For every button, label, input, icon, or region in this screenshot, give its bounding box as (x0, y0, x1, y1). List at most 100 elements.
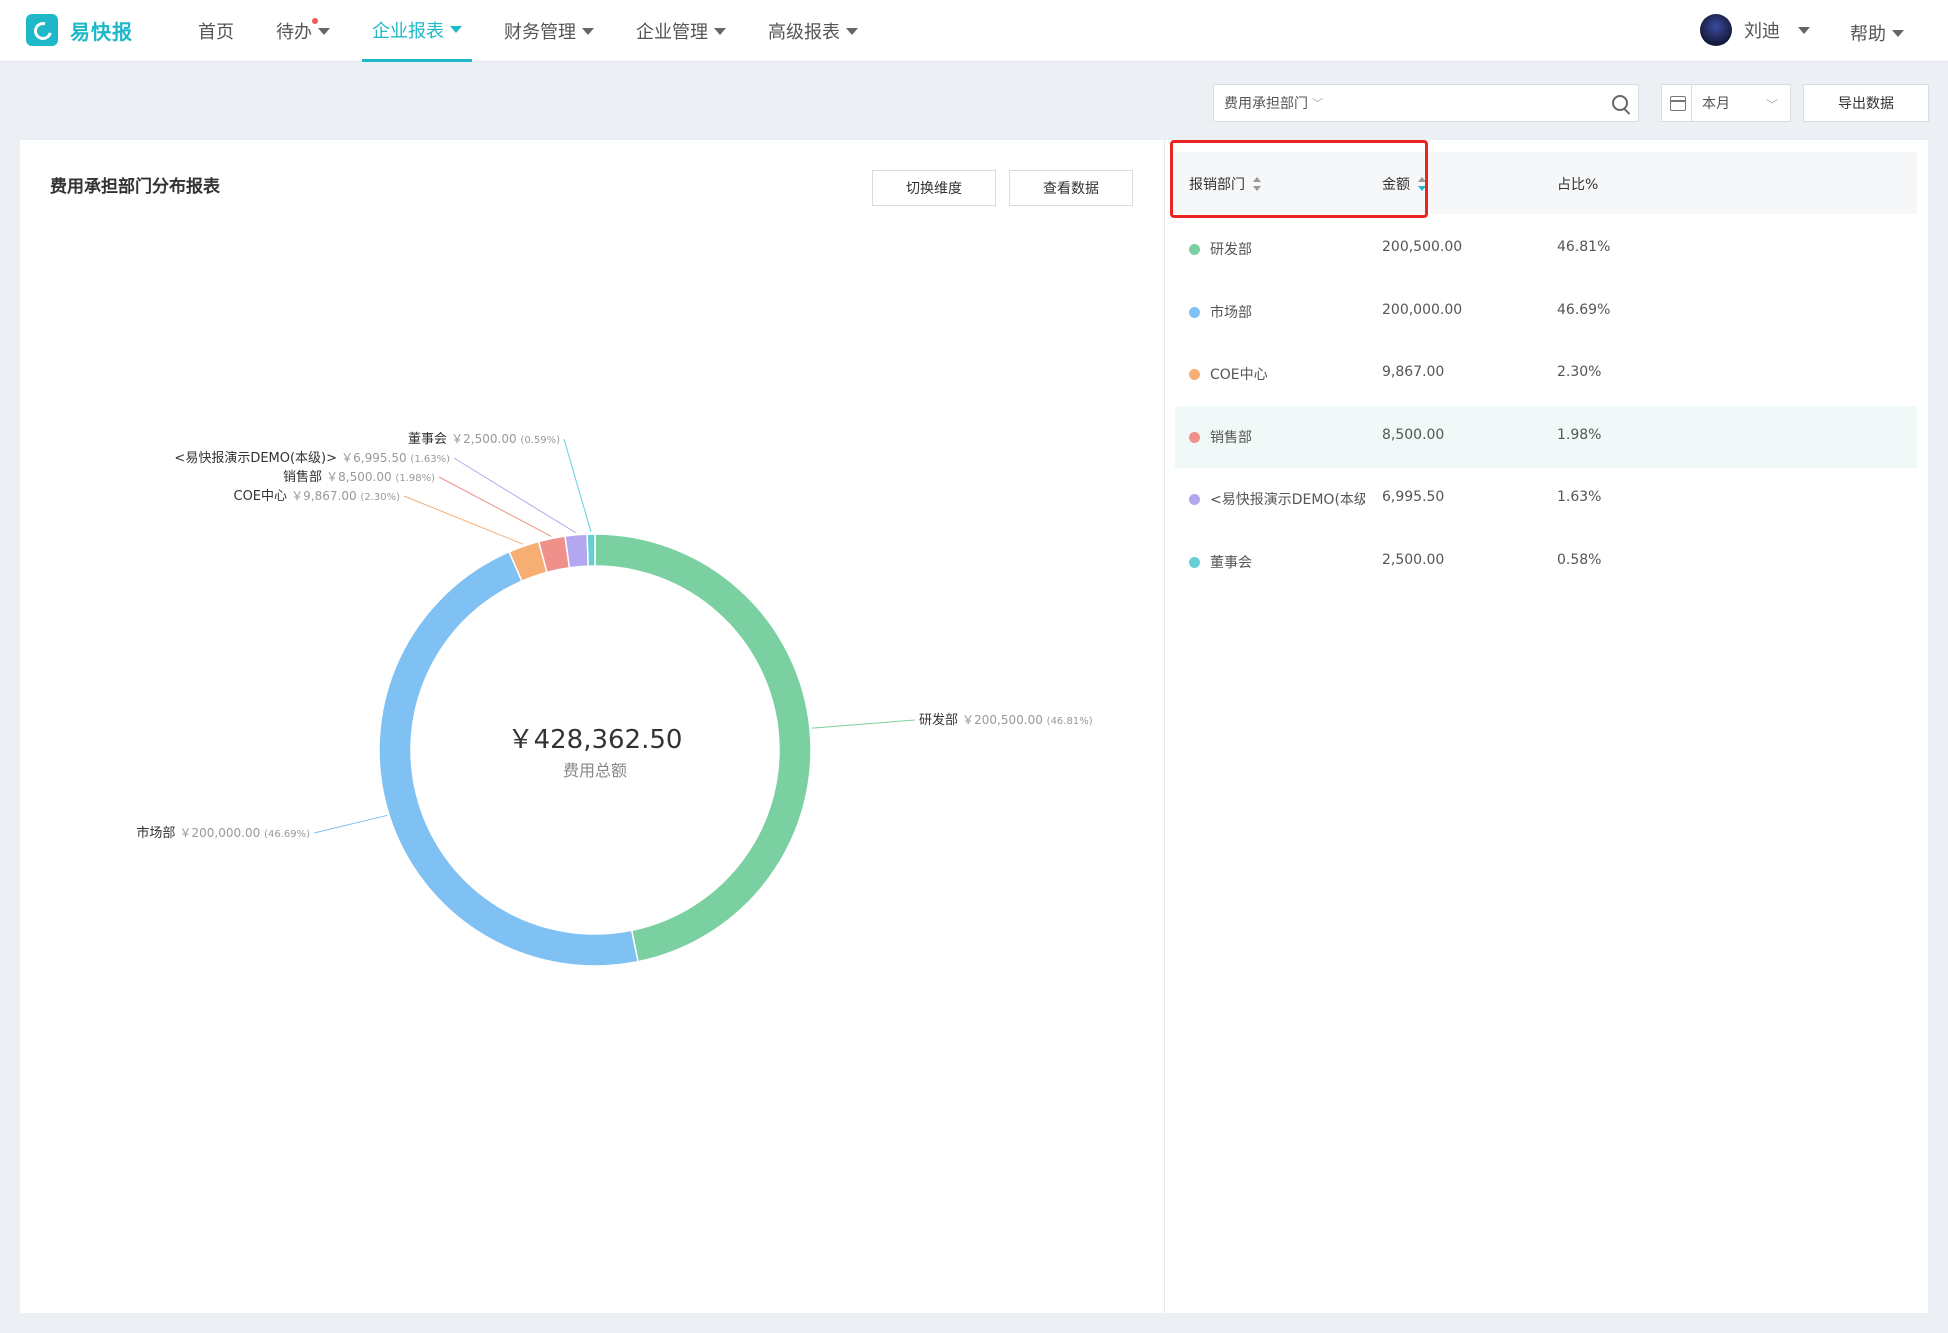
search-icon[interactable] (1612, 95, 1628, 111)
nav-finance-label: 财务管理 (504, 22, 576, 43)
nav-advanced-reports-label: 高级报表 (768, 22, 840, 43)
export-data-button[interactable]: 导出数据 (1803, 84, 1929, 122)
legend-dot (1189, 244, 1200, 255)
slice-label-value: ￥6,995.50 (341, 451, 410, 465)
amount-cell: 2,500.00 (1382, 551, 1445, 568)
legend-dot (1189, 556, 1200, 568)
table-row[interactable]: 董事会 2,500.00 0.58% (1175, 531, 1917, 593)
slice-label-value: ￥9,867.00 (291, 489, 360, 503)
donut-chart: 研发部 ￥200,500.00 (46.81%) 市场部 ￥200,000.00 … (136, 432, 1093, 967)
center-label: 费用总额 (563, 761, 627, 780)
legend-dot (1189, 494, 1200, 505)
amount-cell: 9,867.00 (1382, 364, 1445, 380)
pct-cell: 0.58% (1557, 551, 1602, 568)
help-menu[interactable]: 帮助 (1850, 20, 1904, 46)
nav-enterprise-mgmt[interactable]: 企业管理 (626, 0, 736, 62)
table-row[interactable]: 销售部 8,500.00 1.98% (1175, 405, 1917, 468)
legend-dot (1189, 306, 1200, 318)
dept-cell: 研发部 (1189, 239, 1365, 259)
avatar (1700, 14, 1732, 46)
main-nav: 首页 待办 企业报表 财务管理 企业管理 高级报表 (188, 0, 890, 62)
dept-name: 销售部 (1210, 429, 1252, 446)
dept-cell: 市场部 (1189, 302, 1365, 322)
slice-label-value: ￥200,000.00 (180, 826, 265, 840)
slice-label-value: ￥8,500.00 (326, 470, 395, 484)
slice-label: <易快报演示DEMO(本级)> ￥6,995.50 (1.63%) (174, 450, 450, 466)
slice-label-pct: (46.69%) (264, 829, 310, 840)
dept-name: 研发部 (1210, 242, 1252, 258)
nav-home[interactable]: 首页 (188, 0, 244, 62)
slice-label-pct: (1.98%) (395, 473, 435, 484)
donut-slice[interactable] (586, 533, 596, 567)
slice-label-name: 董事会 (408, 432, 451, 447)
nav-todo-label: 待办 (276, 22, 312, 43)
report-panel: 费用承担部门分布报表 切换维度 查看数据 研发部 ￥200,500.00 (46… (20, 140, 1928, 1313)
legend-dot (1189, 369, 1200, 380)
dept-name: 市场部 (1210, 304, 1252, 321)
calendar-icon (1662, 85, 1692, 121)
donut-slice[interactable] (378, 550, 639, 967)
notification-dot (312, 18, 318, 24)
pct-cell: 1.98% (1557, 426, 1602, 443)
nav-home-label: 首页 (198, 22, 234, 43)
chevron-down-icon: ﹀ (1765, 98, 1778, 112)
app-name: 易快报 (70, 19, 133, 44)
date-range-select[interactable]: 本月 ﹀ (1661, 84, 1791, 122)
dept-cell: 销售部 (1189, 427, 1365, 447)
table-row[interactable]: <易快报演示DEMO(本级)> 6,995.50 1.63% (1175, 468, 1917, 530)
slice-label-pct: (1.63%) (410, 454, 450, 465)
table-row[interactable]: 市场部 200,000.00 46.69% (1175, 281, 1917, 343)
slice-label-value: ￥2,500.00 (451, 432, 520, 446)
pct-cell: 46.69% (1557, 301, 1611, 318)
nav-finance[interactable]: 财务管理 (494, 0, 604, 62)
pct-cell: 1.63% (1557, 489, 1602, 505)
chevron-down-icon (846, 27, 858, 35)
user-menu[interactable]: 刘迪 (1700, 14, 1810, 46)
date-range-value: 本月 (1702, 96, 1730, 112)
slice-label-pct: (46.81%) (1047, 716, 1093, 727)
top-navbar: 易快报 首页 待办 企业报表 财务管理 企业管理 高级报表 刘迪 帮助 (0, 0, 1948, 62)
nav-enterprise-reports[interactable]: 企业报表 (362, 0, 472, 62)
slice-label: 研发部 ￥200,500.00 (46.81%) (919, 712, 1093, 728)
pct-cell: 46.81% (1557, 239, 1611, 255)
center-total: ￥428,362.50 (508, 725, 683, 755)
chevron-down-icon (1892, 29, 1904, 37)
nav-advanced-reports[interactable]: 高级报表 (758, 0, 868, 62)
leader-line (453, 457, 577, 534)
donut-slice[interactable] (564, 533, 590, 569)
table-row[interactable]: 研发部 200,500.00 46.81% (1175, 218, 1917, 280)
slice-label: COE中心 ￥9,867.00 (2.30%) (234, 489, 401, 504)
dept-name: <易快报演示DEMO(本级)> (1210, 492, 1365, 508)
pct-cell: 2.30% (1557, 364, 1602, 380)
nav-enterprise-reports-label: 企业报表 (372, 20, 444, 42)
dimension-search-input[interactable]: 费用承担部门 ﹀ (1213, 84, 1639, 122)
chevron-down-icon (1798, 26, 1810, 34)
slice-label-name: <易快报演示DEMO(本级)> (174, 450, 341, 466)
amount-cell: 200,000.00 (1382, 301, 1463, 318)
nav-todo[interactable]: 待办 (266, 0, 340, 62)
app-logo[interactable]: 易快报 (26, 14, 133, 46)
slice-label-name: 销售部 (283, 469, 326, 485)
dept-cell: 董事会 (1189, 552, 1365, 572)
leader-line (811, 719, 916, 729)
slice-label-pct: (2.30%) (360, 492, 400, 503)
col-pct-label: 占比% (1557, 177, 1599, 193)
dept-name: 董事会 (1210, 554, 1252, 571)
dept-name: COE中心 (1210, 367, 1268, 383)
leader-line (403, 495, 524, 545)
leader-line (438, 476, 552, 537)
amount-cell: 200,500.00 (1382, 239, 1463, 255)
amount-cell: 6,995.50 (1382, 489, 1445, 505)
col-pct-header: 占比% (1557, 174, 1598, 194)
dept-cell: <易快报演示DEMO(本级)> (1189, 489, 1365, 509)
slice-label: 市场部 ￥200,000.00 (46.69%) (136, 825, 310, 841)
slice-label-value: ￥200,500.00 (962, 713, 1047, 727)
dept-cell: COE中心 (1189, 364, 1365, 384)
table-row[interactable]: COE中心 9,867.00 2.30% (1175, 343, 1917, 405)
leader-line (313, 814, 388, 834)
chevron-down-icon (450, 26, 462, 33)
chevron-down-icon (318, 27, 330, 35)
slice-label-name: 市场部 (136, 825, 179, 841)
dimension-select[interactable]: 费用承担部门 (1224, 93, 1308, 113)
chevron-down-icon: ﹀ (1312, 97, 1323, 110)
